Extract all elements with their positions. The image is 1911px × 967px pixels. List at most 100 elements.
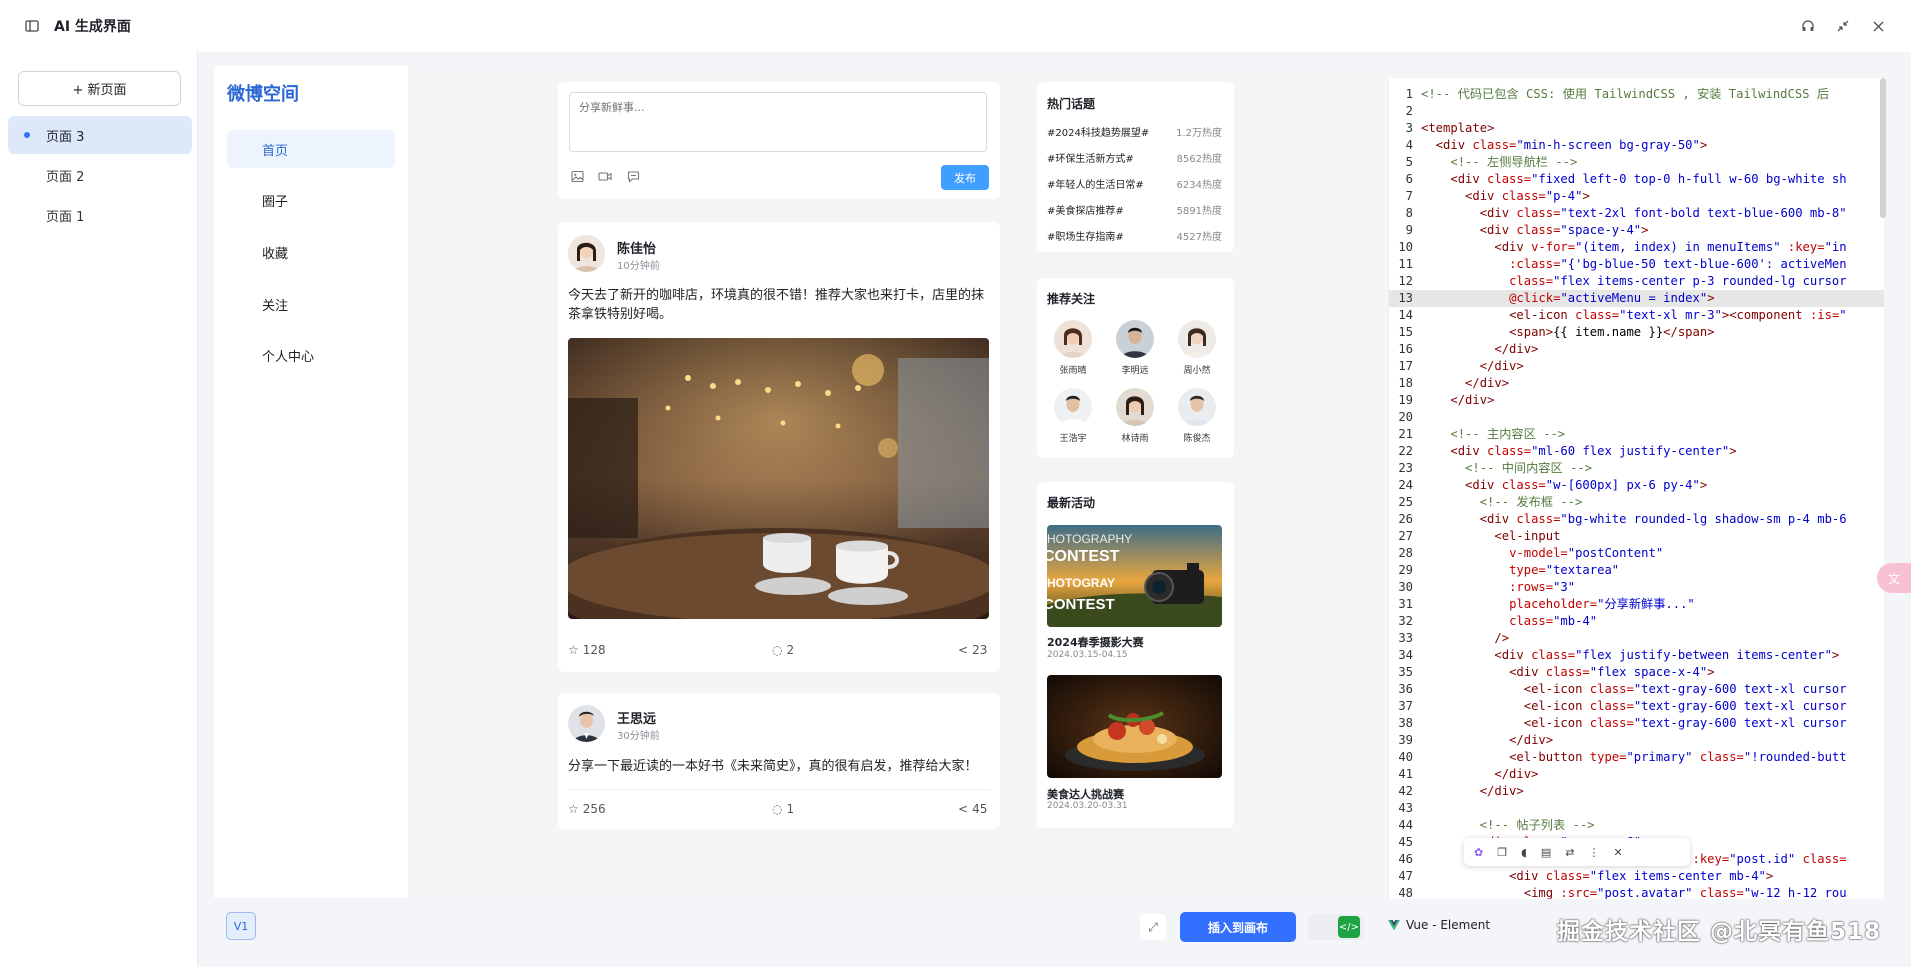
more-icon[interactable]: ⋮	[1589, 846, 1600, 859]
code-line[interactable]: 33 />	[1389, 630, 1884, 647]
code-line[interactable]: 25 <!-- 发布框 -->	[1389, 494, 1884, 511]
code-view-icon[interactable]: </>	[1338, 916, 1360, 938]
topic-item[interactable]: #职场生存指南# 4527热度	[1047, 228, 1222, 243]
code-line[interactable]: 12 class="flex items-center p-3 rounded-…	[1389, 273, 1884, 290]
code-editor[interactable]: 1 <!-- 代码已包含 CSS: 使用 TailwindCSS , 安装 Tai…	[1388, 78, 1884, 899]
code-line[interactable]: 20	[1389, 409, 1884, 426]
video-icon[interactable]	[598, 169, 612, 183]
copy-icon[interactable]: ❐	[1497, 846, 1507, 859]
code-line[interactable]: 22 <div class="ml-60 flex justify-center…	[1389, 443, 1884, 460]
translate-icon[interactable]: ⇄	[1565, 846, 1574, 859]
code-line[interactable]: 41 </div>	[1389, 766, 1884, 783]
recommend-user[interactable]: 林诗雨	[1113, 388, 1157, 444]
new-page-button[interactable]: + 新页面	[18, 71, 181, 106]
recommend-user[interactable]: 王浩宇	[1051, 388, 1095, 444]
code-line[interactable]: 35 <div class="flex space-x-4">	[1389, 664, 1884, 681]
insert-canvas-button[interactable]: 插入到画布	[1180, 912, 1296, 942]
image-icon[interactable]	[570, 169, 584, 183]
code-line[interactable]: 1 <!-- 代码已包含 CSS: 使用 TailwindCSS , 安装 Tai…	[1389, 86, 1884, 103]
headset-icon[interactable]	[1798, 16, 1818, 36]
food-photo[interactable]	[1047, 675, 1222, 778]
page-item-3[interactable]: 页面 3	[8, 116, 192, 154]
nav-item-favorites[interactable]: 收藏	[227, 233, 395, 271]
code-line[interactable]: 37 <el-icon class="text-gray-600 text-xl…	[1389, 698, 1884, 715]
framework-label[interactable]: Vue - Element	[1388, 918, 1490, 932]
page-item-2[interactable]: 页面 2	[8, 156, 192, 194]
code-line[interactable]: 26 <div class="bg-white rounded-lg shado…	[1389, 511, 1884, 528]
recommend-user[interactable]: 李明远	[1113, 320, 1157, 376]
code-line[interactable]: 5 <!-- 左侧导航栏 -->	[1389, 154, 1884, 171]
code-line[interactable]: 8 <div class="text-2xl font-bold text-bl…	[1389, 205, 1884, 222]
code-line[interactable]: 13 @click="activeMenu = index">	[1389, 290, 1884, 307]
expand-icon[interactable]: ⤢	[1140, 914, 1166, 940]
code-line[interactable]: 42 </div>	[1389, 783, 1884, 800]
publish-button[interactable]: 发布	[941, 165, 989, 190]
nav-item-home[interactable]: 首页	[227, 130, 395, 168]
share-stat[interactable]: <45	[958, 802, 987, 816]
nav-item-profile[interactable]: 个人中心	[227, 336, 395, 374]
event-title[interactable]: 美食达人挑战赛	[1047, 786, 1124, 802]
ai-icon[interactable]: ✿	[1474, 846, 1483, 859]
sidebar-toggle-icon[interactable]	[22, 16, 42, 36]
avatar[interactable]	[568, 235, 605, 272]
nav-item-circle[interactable]: 圈子	[227, 181, 395, 219]
code-line[interactable]: 40 <el-button type="primary" class="!rou…	[1389, 749, 1884, 766]
note-icon[interactable]: ▤	[1541, 846, 1551, 859]
code-line[interactable]: 7 <div class="p-4">	[1389, 188, 1884, 205]
post-author[interactable]: 陈佳怡	[617, 238, 656, 257]
topic-item[interactable]: #2024科技趋势展望# 1.2万热度	[1047, 124, 1222, 139]
code-line[interactable]: 24 <div class="w-[600px] px-6 py-4">	[1389, 477, 1884, 494]
collapse-icon[interactable]	[1833, 16, 1853, 36]
recommend-user[interactable]: 张雨晴	[1051, 320, 1095, 376]
code-line[interactable]: 34 <div class="flex justify-between item…	[1389, 647, 1884, 664]
code-line[interactable]: 4 <div class="min-h-screen bg-gray-50">	[1389, 137, 1884, 154]
recommend-user[interactable]: 周小然	[1175, 320, 1219, 376]
code-line[interactable]: 18 </div>	[1389, 375, 1884, 392]
code-line[interactable]: 38 <el-icon class="text-gray-600 text-xl…	[1389, 715, 1884, 732]
topic-item[interactable]: #环保生活新方式# 8562热度	[1047, 150, 1222, 165]
code-line[interactable]: 21 <!-- 主内容区 -->	[1389, 426, 1884, 443]
avatar[interactable]	[568, 705, 605, 742]
comment-stat[interactable]: ◌ 2	[772, 643, 794, 657]
comment-stat[interactable]: ◌ 1	[772, 802, 794, 816]
code-line[interactable]: 39 </div>	[1389, 732, 1884, 749]
code-line[interactable]: 32 class="mb-4"	[1389, 613, 1884, 630]
recommend-user[interactable]: 陈俊杰	[1175, 388, 1219, 444]
event-title[interactable]: 2024春季摄影大赛	[1047, 634, 1144, 650]
code-line[interactable]: 27 <el-input	[1389, 528, 1884, 545]
like-stat[interactable]: ☆ 128	[568, 643, 606, 657]
page-item-1[interactable]: 页面 1	[8, 196, 192, 234]
version-badge[interactable]: V1	[226, 912, 256, 940]
code-line[interactable]: 47 <div class="flex items-center mb-4">	[1389, 868, 1884, 885]
code-line[interactable]: 19 </div>	[1389, 392, 1884, 409]
topic-item[interactable]: #美食探店推荐# 5891热度	[1047, 202, 1222, 217]
code-line[interactable]: 17 </div>	[1389, 358, 1884, 375]
post-author[interactable]: 王思远	[617, 708, 656, 727]
code-line[interactable]: 16 </div>	[1389, 341, 1884, 358]
code-line[interactable]: 10 <div v-for="(item, index) in menuItem…	[1389, 239, 1884, 256]
code-line[interactable]: 23 <!-- 中间内容区 -->	[1389, 460, 1884, 477]
event-banner[interactable]: PHOTOGRAPHY CONTEST PHOTOGRAY CONTEST	[1047, 525, 1222, 627]
code-line[interactable]: 11 :class="{'bg-blue-50 text-blue-600': …	[1389, 256, 1884, 273]
code-line[interactable]: 28 v-model="postContent"	[1389, 545, 1884, 562]
code-line[interactable]: 31 placeholder="分享新鲜事..."	[1389, 596, 1884, 613]
code-line[interactable]: 6 <div class="fixed left-0 top-0 h-full …	[1389, 171, 1884, 188]
share-stat[interactable]: <23	[958, 643, 987, 657]
code-line[interactable]: 43	[1389, 800, 1884, 817]
code-line[interactable]: 14 <el-icon class="text-xl mr-3"><compon…	[1389, 307, 1884, 324]
close-icon[interactable]	[1868, 16, 1888, 36]
code-line[interactable]: 36 <el-icon class="text-gray-600 text-xl…	[1389, 681, 1884, 698]
code-line[interactable]: 15 <span>{{ item.name }}</span>	[1389, 324, 1884, 341]
chat-icon[interactable]	[626, 169, 640, 183]
like-stat[interactable]: ☆ 256	[568, 802, 606, 816]
cafe-photo[interactable]	[568, 338, 989, 619]
code-line[interactable]: 9 <div class="space-y-4">	[1389, 222, 1884, 239]
speaker-icon[interactable]: ◖	[1521, 846, 1527, 859]
code-line[interactable]: 48 <img :src="post.avatar" class="w-12 h…	[1389, 885, 1884, 899]
code-line[interactable]: 3 <template>	[1389, 120, 1884, 137]
close-icon[interactable]: ✕	[1614, 846, 1623, 859]
code-line[interactable]: 44 <!-- 帖子列表 -->	[1389, 817, 1884, 834]
code-scrollbar[interactable]	[1880, 78, 1886, 218]
topic-item[interactable]: #年轻人的生活日常# 6234热度	[1047, 176, 1222, 191]
code-line[interactable]: 2	[1389, 103, 1884, 120]
